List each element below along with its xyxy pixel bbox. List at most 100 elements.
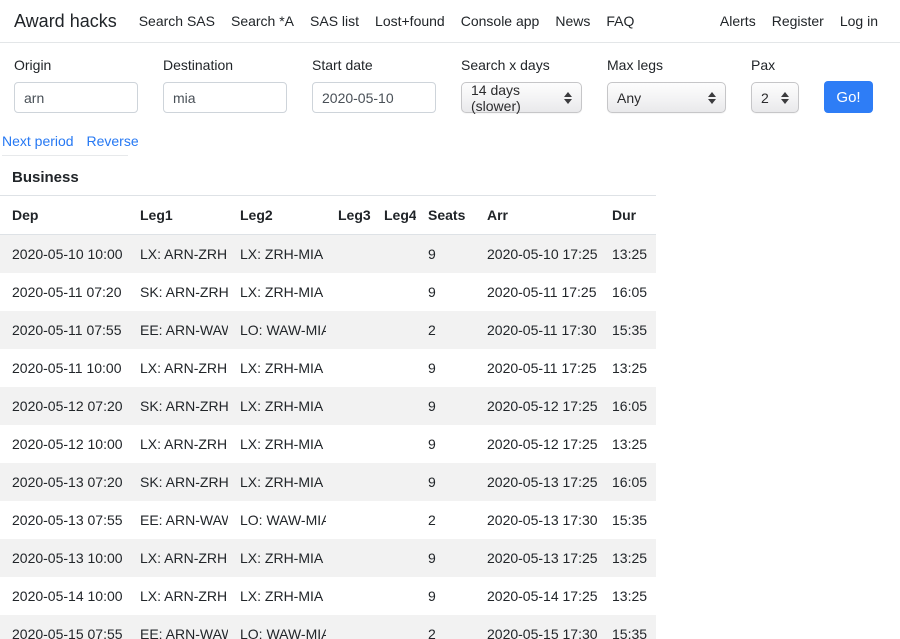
results-table-body: 2020-05-10 10:00LX: ARN-ZRHLX: ZRH-MIA92…: [0, 235, 656, 639]
table-cell: LO: WAW-MIA: [228, 501, 326, 539]
table-cell: 13:25: [600, 425, 656, 463]
table-cell: [326, 463, 372, 501]
table-cell: 13:25: [600, 349, 656, 387]
table-cell: [326, 273, 372, 311]
nav-item-faq[interactable]: FAQ: [598, 7, 642, 35]
table-row: 2020-05-13 07:55EE: ARN-WAWLO: WAW-MIA22…: [0, 501, 656, 539]
table-row: 2020-05-11 10:00LX: ARN-ZRHLX: ZRH-MIA92…: [0, 349, 656, 387]
origin-input[interactable]: [14, 82, 138, 113]
table-cell: 2020-05-13 07:55: [0, 501, 128, 539]
table-cell: EE: ARN-WAW: [128, 615, 228, 639]
nav-item-console-app[interactable]: Console app: [453, 7, 548, 35]
pax-select[interactable]: 2: [751, 82, 799, 113]
table-row: 2020-05-13 07:20SK: ARN-ZRHLX: ZRH-MIA92…: [0, 463, 656, 501]
nav-item-alerts[interactable]: Alerts: [712, 7, 764, 35]
table-cell: 16:05: [600, 387, 656, 425]
column-header-dur: Dur: [600, 196, 656, 235]
table-cell: 2020-05-10 10:00: [0, 235, 128, 274]
table-cell: LX: ARN-ZRH: [128, 349, 228, 387]
table-cell: 9: [416, 387, 475, 425]
table-cell: [372, 235, 416, 274]
next-period-link[interactable]: Next period: [2, 133, 74, 149]
table-cell: [326, 501, 372, 539]
table-cell: [372, 463, 416, 501]
table-cell: 2020-05-12 07:20: [0, 387, 128, 425]
table-cell: LO: WAW-MIA: [228, 311, 326, 349]
table-cell: 2: [416, 615, 475, 639]
table-cell: 9: [416, 349, 475, 387]
nav-item-lost-found[interactable]: Lost+found: [367, 7, 453, 35]
max-legs-label: Max legs: [607, 57, 726, 73]
origin-label: Origin: [14, 57, 138, 73]
origin-field-group: Origin: [14, 57, 138, 113]
table-cell: LX: ARN-ZRH: [128, 539, 228, 577]
search-days-selected-value: 14 days (slower): [471, 82, 558, 114]
max-legs-select[interactable]: Any: [607, 82, 726, 113]
brand-award-hacks[interactable]: Award hacks: [14, 11, 117, 32]
table-cell: 9: [416, 577, 475, 615]
table-cell: 13:25: [600, 539, 656, 577]
nav-item-news[interactable]: News: [547, 7, 598, 35]
table-cell: [326, 615, 372, 639]
search-days-select[interactable]: 14 days (slower): [461, 82, 582, 113]
table-cell: EE: ARN-WAW: [128, 501, 228, 539]
table-cell: SK: ARN-ZRH: [128, 273, 228, 311]
max-legs-selected-value: Any: [617, 90, 641, 106]
table-cell: 2020-05-15 07:55: [0, 615, 128, 639]
go-button[interactable]: Go!: [824, 81, 873, 113]
table-cell: 2020-05-10 17:25: [475, 235, 600, 274]
table-cell: EE: ARN-WAW: [128, 311, 228, 349]
table-cell: 2020-05-13 07:20: [0, 463, 128, 501]
table-cell: [326, 539, 372, 577]
nav-item-sas-list[interactable]: SAS list: [302, 7, 367, 35]
table-row: 2020-05-12 07:20SK: ARN-ZRHLX: ZRH-MIA 92…: [0, 387, 656, 425]
cabin-section-title: Business: [12, 169, 900, 186]
table-cell: 9: [416, 273, 475, 311]
search-days-field-group: Search x days 14 days (slower): [461, 57, 582, 113]
table-cell: LO: WAW-MIA: [228, 615, 326, 639]
table-cell: [372, 425, 416, 463]
table-cell: [326, 577, 372, 615]
table-cell: LX: ZRH-MIA: [228, 387, 326, 425]
table-cell: 2020-05-11 17:25: [475, 349, 600, 387]
table-cell: 13:25: [600, 577, 656, 615]
reverse-link[interactable]: Reverse: [86, 133, 138, 149]
nav-right: Alerts Register Log in: [712, 7, 886, 35]
table-cell: SK: ARN-ZRH: [128, 463, 228, 501]
column-header-leg1: Leg1: [128, 196, 228, 235]
nav-item-register[interactable]: Register: [764, 7, 832, 35]
table-cell: 2020-05-12 17:25: [475, 425, 600, 463]
table-row: 2020-05-11 07:20SK: ARN-ZRHLX: ZRH-MIA92…: [0, 273, 656, 311]
column-header-seats: Seats: [416, 196, 475, 235]
search-form: Origin Destination Start date Search x d…: [0, 43, 900, 123]
destination-field-group: Destination: [163, 57, 287, 113]
table-cell: 2020-05-13 17:25: [475, 463, 600, 501]
table-cell: [372, 349, 416, 387]
nav-item-search-star-alliance[interactable]: Search *A: [223, 7, 302, 35]
table-cell: [372, 387, 416, 425]
table-row: 2020-05-12 10:00LX: ARN-ZRHLX: ZRH-MIA92…: [0, 425, 656, 463]
start-date-input[interactable]: [312, 82, 436, 113]
table-cell: [372, 501, 416, 539]
table-cell: SK: ARN-ZRH: [128, 387, 228, 425]
table-cell: LX: ARN-ZRH: [128, 425, 228, 463]
table-cell: LX: ZRH-MIA: [228, 273, 326, 311]
table-row: 2020-05-10 10:00LX: ARN-ZRHLX: ZRH-MIA92…: [0, 235, 656, 274]
nav-item-log-in[interactable]: Log in: [832, 7, 886, 35]
table-cell: [326, 425, 372, 463]
destination-input[interactable]: [163, 82, 287, 113]
column-header-dep: Dep: [0, 196, 128, 235]
column-header-leg2: Leg2: [228, 196, 326, 235]
table-cell: 15:35: [600, 615, 656, 639]
nav-item-search-sas[interactable]: Search SAS: [131, 7, 223, 35]
table-cell: 2020-05-12 17:25: [475, 387, 600, 425]
column-header-arr: Arr: [475, 196, 600, 235]
table-cell: LX: ZRH-MIA: [228, 425, 326, 463]
table-cell: 16:05: [600, 273, 656, 311]
table-cell: [372, 577, 416, 615]
table-row: 2020-05-11 07:55EE: ARN-WAWLO: WAW-MIA22…: [0, 311, 656, 349]
period-links: Next period Reverse: [2, 129, 128, 156]
table-cell: 2020-05-13 17:30: [475, 501, 600, 539]
table-cell: [372, 539, 416, 577]
table-cell: 9: [416, 539, 475, 577]
